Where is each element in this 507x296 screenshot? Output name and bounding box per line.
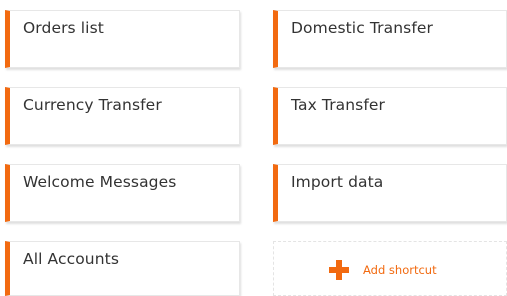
shortcut-welcome-messages[interactable]: Welcome Messages xyxy=(5,164,240,222)
plus-icon xyxy=(329,260,349,280)
shortcut-label: Orders list xyxy=(23,19,104,37)
shortcut-label: Domestic Transfer xyxy=(291,19,433,37)
shortcut-label: Tax Transfer xyxy=(291,96,386,114)
shortcut-import-data[interactable]: Import data xyxy=(273,164,507,222)
shortcut-all-accounts[interactable]: All Accounts xyxy=(5,241,240,296)
add-shortcut-button[interactable]: Add shortcut xyxy=(273,241,507,296)
add-shortcut-label: Add shortcut xyxy=(363,263,437,277)
shortcut-tax-transfer[interactable]: Tax Transfer xyxy=(273,87,507,145)
shortcut-label: Import data xyxy=(291,173,384,191)
shortcut-label: Welcome Messages xyxy=(23,173,177,191)
shortcut-orders-list[interactable]: Orders list xyxy=(5,10,240,68)
shortcut-domestic-transfer[interactable]: Domestic Transfer xyxy=(273,10,507,68)
shortcut-currency-transfer[interactable]: Currency Transfer xyxy=(5,87,240,145)
add-shortcut-content: Add shortcut xyxy=(329,260,437,280)
shortcut-label: Currency Transfer xyxy=(23,96,162,114)
shortcut-label: All Accounts xyxy=(23,250,120,268)
